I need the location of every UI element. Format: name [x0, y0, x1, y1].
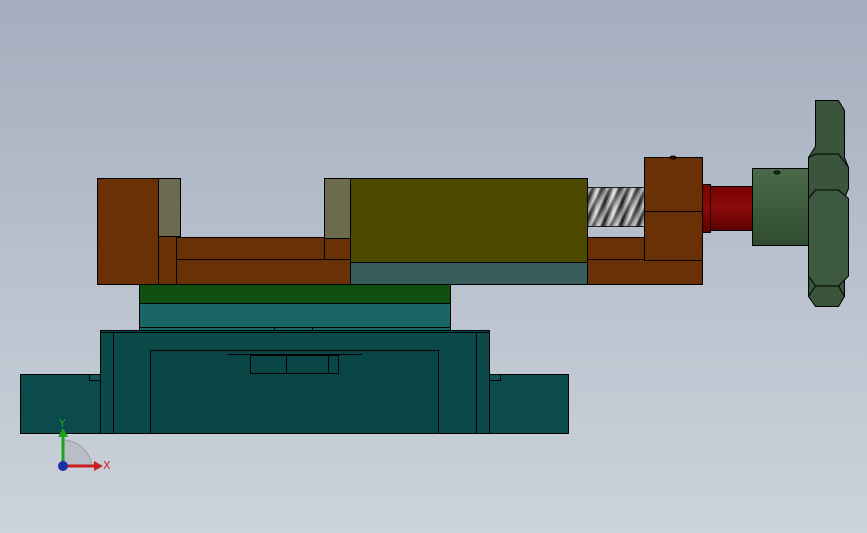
handwheel[interactable] [808, 100, 849, 307]
moving-jaw-face-plate-lower [324, 238, 351, 260]
triad-z-axis [58, 461, 68, 471]
green-layer[interactable] [139, 284, 451, 304]
moving-jaw-face-plate[interactable] [324, 178, 351, 239]
triad-y-label: Y [58, 417, 66, 430]
swivel-housing[interactable] [100, 330, 490, 434]
swivel-plate-body[interactable] [139, 303, 451, 331]
jaw-plates[interactable] [324, 178, 351, 260]
collar-ring[interactable] [702, 184, 711, 233]
end-block[interactable] [644, 155, 703, 261]
moving-jaw[interactable] [350, 178, 588, 285]
fixed-jaw-face-plate[interactable] [158, 178, 181, 237]
end-block-lower[interactable] [644, 211, 703, 261]
triad-rotation-arc [62, 439, 93, 467]
collar[interactable] [702, 184, 753, 233]
base-right-step [489, 374, 501, 381]
lead-screw[interactable] [587, 187, 646, 227]
hub[interactable] [752, 168, 810, 246]
base-right-flange[interactable] [489, 374, 569, 434]
hub-hole [773, 170, 781, 175]
cad-viewport[interactable]: Y X [0, 0, 867, 533]
end-block-top[interactable] [644, 157, 703, 212]
swivel-plate[interactable] [139, 303, 451, 331]
triad-x-label: X [103, 459, 111, 472]
base-left-step [89, 374, 101, 381]
collar-body[interactable] [710, 186, 753, 231]
hub-body[interactable] [752, 168, 810, 246]
fixed-jaw-block[interactable] [97, 178, 159, 285]
end-block-hole [669, 155, 677, 160]
jaw-bottom-plate[interactable] [350, 262, 588, 285]
moving-jaw-body[interactable] [350, 178, 588, 263]
swivel-lock-slot[interactable] [250, 355, 339, 374]
